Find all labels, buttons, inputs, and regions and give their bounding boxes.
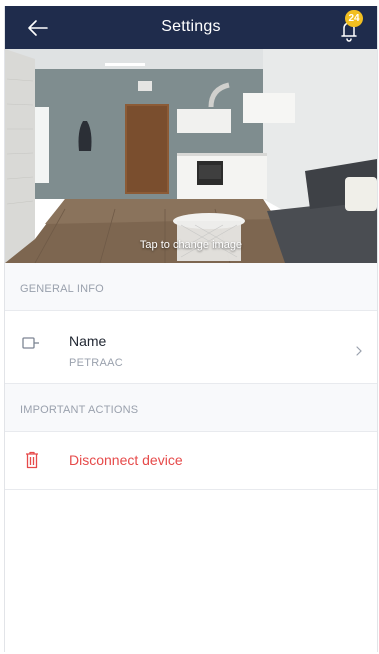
disconnect-device-label: Disconnect device xyxy=(69,452,183,468)
name-label: Name xyxy=(69,333,107,349)
app-header: Settings 24 xyxy=(5,6,377,49)
trash-icon xyxy=(25,451,39,474)
change-image-hint: Tap to change image xyxy=(139,239,243,251)
name-value: PETRAAC xyxy=(69,357,124,369)
divider xyxy=(5,489,377,490)
settings-screen: Settings 24 Tap to change image GENERAL … xyxy=(4,6,378,652)
device-icon xyxy=(21,335,41,356)
general-info-section-header: GENERAL INFO xyxy=(5,263,377,311)
device-image[interactable]: Tap to change image xyxy=(5,49,377,263)
room-photo xyxy=(5,49,377,263)
page-title: Settings xyxy=(161,18,221,35)
important-actions-section-header: IMPORTANT ACTIONS xyxy=(5,384,377,432)
disconnect-device-row[interactable]: Disconnect device xyxy=(5,432,377,489)
notification-count-badge: 24 xyxy=(345,10,363,27)
name-row[interactable]: Name PETRAAC xyxy=(5,311,377,383)
chevron-right-icon xyxy=(355,343,363,361)
